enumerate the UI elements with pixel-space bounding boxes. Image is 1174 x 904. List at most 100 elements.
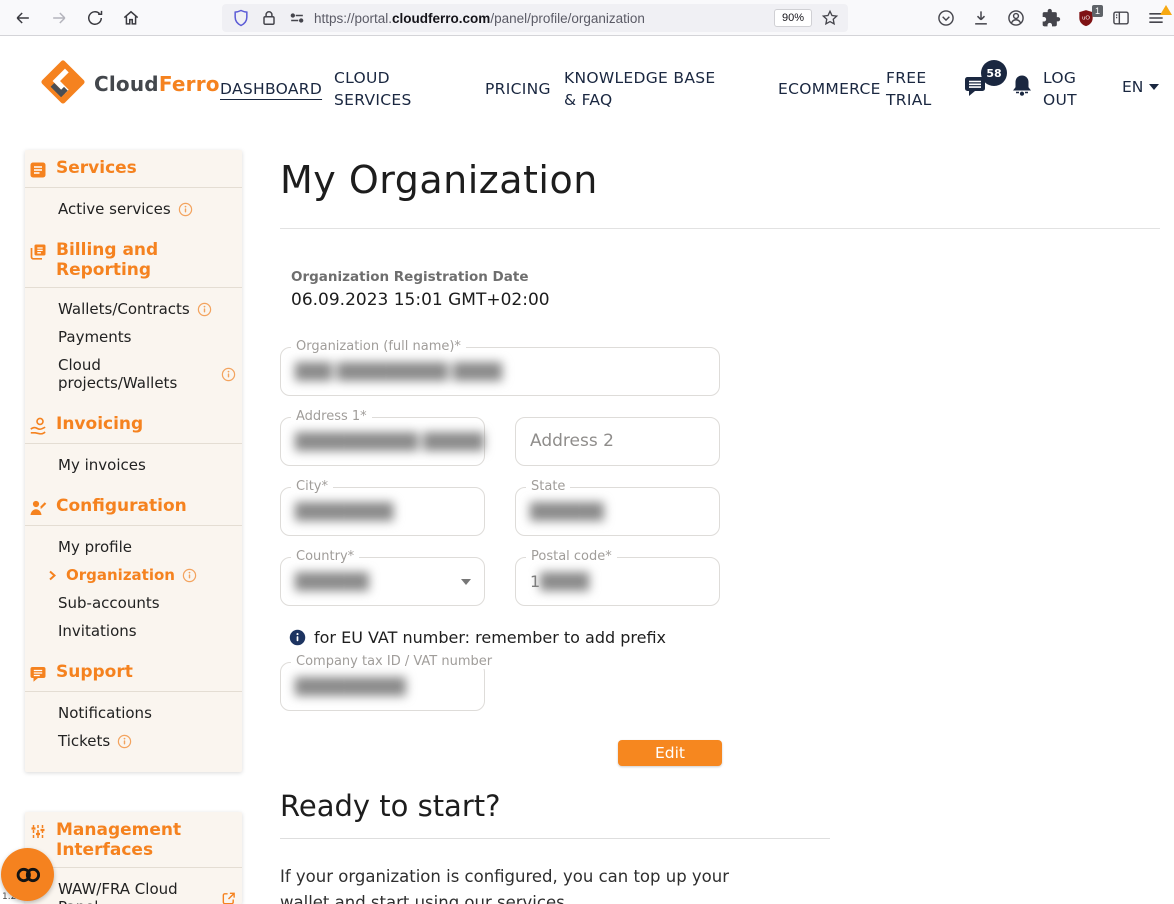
billing-icon (28, 242, 48, 262)
sidebar-item-my-invoices[interactable]: My invoices (25, 451, 242, 479)
nav-dashboard[interactable]: DASHBOARD (220, 78, 322, 100)
forward-icon (48, 7, 69, 28)
info-icon[interactable] (221, 367, 236, 382)
invoicing-icon (28, 416, 48, 436)
section-title: Configuration (56, 496, 187, 516)
url-text: https://portal.cloudferro.com/panel/prof… (314, 11, 645, 26)
menu-hamburger-icon[interactable] (1145, 8, 1166, 29)
sidebar-item-notifications[interactable]: Notifications (25, 699, 242, 727)
info-icon[interactable] (182, 568, 197, 583)
nav-knowledge-base[interactable]: KNOWLEDGE BASE & FAQ (564, 67, 716, 112)
sidebar-item-payments[interactable]: Payments (25, 323, 242, 351)
section-title: Management Interfaces (56, 820, 234, 860)
title-divider (280, 228, 1160, 229)
field-value-redacted: █████████ (281, 663, 484, 710)
bookmark-star-icon[interactable] (819, 8, 840, 29)
tax-id-field[interactable]: Company tax ID / VAT number █████████ (280, 662, 485, 711)
sidebar-item-waw-fra-cloud-panel[interactable]: WAW/FRA Cloud Panel (25, 875, 242, 904)
zoom-level-badge[interactable]: 90% (774, 9, 812, 27)
url-prefix: https://portal. (314, 11, 392, 26)
item-label: My profile (58, 538, 132, 556)
notifications-bell-icon[interactable] (1008, 72, 1036, 104)
item-label: Payments (58, 328, 131, 346)
sidebar-item-active-services[interactable]: Active services (25, 195, 242, 223)
external-link-icon (221, 891, 236, 904)
vat-hint-row: for EU VAT number: remember to add prefi… (289, 628, 666, 647)
downloads-icon[interactable] (970, 8, 991, 29)
tracking-protection-shield-icon[interactable] (230, 8, 251, 29)
lock-icon[interactable] (258, 8, 279, 29)
sidebar-section-management: Management Interfaces (25, 812, 242, 868)
city-field[interactable]: City* ████████ (280, 487, 485, 536)
sidebar-item-wallets-contracts[interactable]: Wallets/Contracts (25, 295, 242, 323)
cloudferro-logo-icon (40, 59, 86, 109)
state-field[interactable]: State ██████ (515, 487, 720, 536)
sidebar-section-invoicing: Invoicing (25, 406, 242, 444)
sidebar-management: Management Interfaces WAW/FRA Cloud Pane… (25, 812, 242, 904)
sidebar-item-sub-accounts[interactable]: Sub-accounts (25, 589, 242, 617)
cloudferro-logo[interactable]: CloudFerro (40, 59, 220, 109)
nav-pricing[interactable]: PRICING (485, 78, 551, 100)
nav-ecommerce[interactable]: ECOMMERCE (778, 78, 881, 100)
chevron-right-icon (46, 569, 59, 582)
page-title: My Organization (280, 158, 598, 202)
item-label: Organization (66, 566, 175, 584)
url-bar[interactable]: https://portal.cloudferro.com/panel/prof… (222, 4, 848, 32)
sidebar-item-cloud-projects-wallets[interactable]: Cloud projects/Wallets (25, 351, 242, 397)
field-value-redacted: ██████ (516, 488, 719, 535)
section-title: Billing and Reporting (56, 240, 234, 280)
item-label: Wallets/Contracts (58, 300, 190, 318)
management-interfaces-icon (28, 822, 48, 842)
sidebar-item-my-profile[interactable]: My profile (25, 533, 242, 561)
notification-count-badge: 58 (981, 60, 1007, 86)
home-icon[interactable] (120, 7, 141, 28)
organization-name-field[interactable]: Organization (full name)* ███ █████████ … (280, 347, 720, 396)
sidebar-section-support: Support (25, 654, 242, 692)
info-icon[interactable] (178, 202, 193, 217)
item-label: Active services (58, 200, 171, 218)
edit-button[interactable]: Edit (618, 740, 722, 766)
registration-date-label: Organization Registration Date (291, 269, 528, 285)
sidebar-item-tickets[interactable]: Tickets (25, 727, 242, 755)
item-label: Cloud projects/Wallets (58, 356, 214, 392)
ready-divider (280, 838, 830, 839)
language-label: EN (1122, 78, 1143, 96)
sidebar-item-invitations[interactable]: Invitations (25, 617, 242, 645)
pocket-icon[interactable] (935, 8, 956, 29)
language-selector[interactable]: EN (1122, 78, 1159, 96)
account-icon[interactable] (1005, 8, 1026, 29)
sidebar-item-organization[interactable]: Organization (25, 561, 242, 589)
nav-cloud-services[interactable]: CLOUD SERVICES (334, 67, 426, 112)
address1-field[interactable]: Address 1* ██████████ ██████ ██ (280, 417, 485, 466)
site-header: CloudFerro DASHBOARD CLOUD SERVICES PRIC… (0, 37, 1174, 133)
extensions-icon[interactable] (1040, 8, 1061, 29)
country-select[interactable]: Country* ██████ (280, 557, 485, 606)
sidebar-section-services: Services (25, 150, 242, 188)
accessibility-widget-icon (11, 858, 45, 892)
logo-text: CloudFerro (94, 72, 220, 96)
sidebar-toggle-icon[interactable] (1110, 8, 1131, 29)
permissions-icon[interactable] (286, 8, 307, 29)
section-title: Services (56, 158, 137, 178)
info-icon[interactable] (197, 302, 212, 317)
field-value-redacted: ██████████ ██████ ██ (281, 418, 484, 465)
item-label: Notifications (58, 704, 152, 722)
reload-icon[interactable] (84, 7, 105, 28)
accessibility-widget-button[interactable] (1, 848, 54, 901)
address2-field[interactable]: Address 2 (515, 417, 720, 466)
url-path: /panel/profile/organization (490, 11, 645, 26)
vat-hint-text: for EU VAT number: remember to add prefi… (314, 628, 666, 647)
nav-free-trial[interactable]: FREE TRIAL (886, 67, 948, 112)
info-icon[interactable] (117, 734, 132, 749)
item-label: Tickets (58, 732, 110, 750)
url-domain: cloudferro.com (392, 11, 490, 26)
info-filled-icon (289, 629, 306, 646)
back-icon[interactable] (12, 7, 33, 28)
page: https://portal.cloudferro.com/panel/prof… (0, 0, 1174, 904)
sidebar-section-configuration: Configuration (25, 488, 242, 526)
adblocker-icon[interactable]: uO 1 (1075, 8, 1096, 29)
field-placeholder: Address 2 (516, 418, 719, 465)
postal-code-field[interactable]: Postal code* 1 ████ (515, 557, 720, 606)
logout-button[interactable]: LOG OUT (1043, 67, 1095, 112)
services-icon (28, 160, 48, 180)
